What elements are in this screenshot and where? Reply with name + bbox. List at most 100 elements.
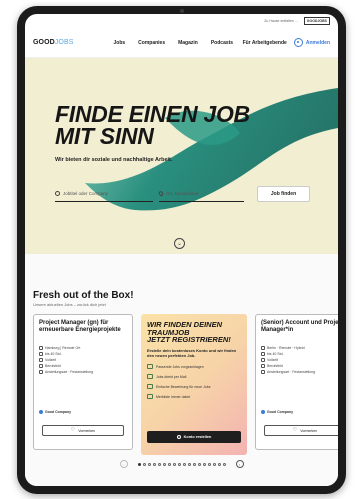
time-icon (261, 358, 265, 362)
company-label[interactable]: Good Company (39, 410, 71, 414)
nav-jobs[interactable]: Jobs (113, 40, 125, 46)
pager-dot[interactable] (212, 462, 216, 466)
next-arrow-icon[interactable]: › (235, 460, 244, 468)
utility-badge[interactable]: GOODJOBS (303, 17, 330, 25)
location-placeholder: Ort, Bundesland (166, 191, 199, 196)
pager-dot[interactable] (187, 462, 191, 466)
logo-good: GOOD (33, 39, 55, 46)
meta-text: Berufsfeld (267, 364, 283, 368)
heart-icon: ♡ (70, 427, 76, 433)
keyword-input[interactable]: Jobtitel oder Company (55, 186, 153, 202)
site-logo[interactable]: GOODJOBS (33, 39, 73, 46)
send-icon (147, 384, 153, 389)
briefcase-icon (39, 364, 43, 368)
clock-icon (261, 352, 265, 356)
meta-text: bis 40 Std. (267, 352, 284, 356)
job-search-button[interactable]: Job finden (257, 186, 310, 202)
create-account-button[interactable]: Konto erstellen (147, 431, 241, 443)
benefit-text: Einfache Bewerbung für neue Jobs (156, 384, 211, 389)
pager-dot[interactable] (217, 462, 221, 466)
logo-jobs: JOBS (54, 39, 74, 46)
pager-dot[interactable] (157, 462, 161, 466)
location-input[interactable]: Ort, Bundesland (157, 186, 244, 202)
job-card[interactable]: (Senior) Account und Projekt Manager*in … (255, 314, 338, 450)
job-title[interactable]: (Senior) Account und Projekt Manager*in (261, 320, 338, 342)
meta-text: Berufsfeld (45, 364, 61, 368)
fresh-jobs-section: Fresh out of the Box! Unsere aktuellen J… (25, 254, 338, 486)
bookmark-button[interactable]: ♡ Vormerken (42, 425, 124, 436)
nav-podcasts[interactable]: Podcasts (211, 40, 233, 46)
meta-contract: Anstellungsart · Festanstellung (39, 369, 127, 375)
mail-icon (147, 374, 153, 379)
bookmark-button[interactable]: ♡ Vormerken (264, 425, 338, 436)
benefit-item: Passende Jobs vorgeschlagen (147, 362, 241, 372)
clock-icon (39, 352, 43, 356)
site-header: GOODJOBS Jobs Companies Magazin Podcasts… (25, 28, 338, 58)
keyword-placeholder: Jobtitel oder Company (63, 191, 109, 196)
promo-benefits: Passende Jobs vorgeschlagen Jobs direkt … (147, 362, 241, 402)
meta-text: Berlin · Remote · Hybrid (267, 346, 305, 350)
screen: Zu Hause entfalten ... GOODJOBS GOODJOBS… (25, 14, 338, 486)
benefit-text: Merkliste immer dabei (156, 394, 191, 399)
utility-bar: Zu Hause entfalten ... GOODJOBS (25, 14, 338, 28)
pager-dot[interactable] (147, 462, 151, 466)
check-icon (147, 364, 153, 369)
pager-dot[interactable] (197, 462, 201, 466)
prev-arrow-icon[interactable]: ‹ (119, 460, 128, 468)
scroll-down-icon[interactable]: ⌄ (174, 238, 185, 249)
job-meta: Berlin · Remote · Hybrid bis 40 Std. Vol… (261, 345, 338, 375)
section-title: Fresh out of the Box! (33, 290, 134, 301)
pager-dot[interactable] (207, 462, 211, 466)
job-meta: Hamburg | Remote Ort bis 40 Std. Vollzei… (39, 345, 127, 375)
job-card[interactable]: Project Manager (gn) für erneuerbare Ene… (33, 314, 133, 450)
pager-dot[interactable] (162, 462, 166, 466)
pager-dot[interactable] (167, 462, 171, 466)
pager-dot[interactable] (182, 462, 186, 466)
promo-title-line3: JETZT REGISTRIEREN! (147, 335, 231, 344)
heart-icon: ♡ (292, 427, 298, 433)
employers-link[interactable]: Für Arbeitgebende (243, 40, 287, 46)
register-promo-card: WIR FINDEN DEINEN TRAUMJOB JETZT REGISTR… (141, 314, 247, 455)
company-name: Good Company (45, 410, 72, 414)
hero-title: FINDE EINEN JOB MIT SINN (55, 103, 250, 148)
main-nav: Jobs Companies Magazin Podcasts (113, 40, 233, 46)
nav-magazin[interactable]: Magazin (178, 40, 198, 46)
pager-dot[interactable] (137, 462, 141, 466)
create-account-label: Konto erstellen (183, 435, 212, 439)
utility-link[interactable]: Zu Hause entfalten ... (264, 19, 297, 23)
briefcase-icon (261, 364, 265, 368)
company-label[interactable]: Good Company (261, 410, 293, 414)
promo-title: WIR FINDEN DEINEN TRAUMJOB JETZT REGISTR… (147, 321, 241, 344)
login-button[interactable]: Anmelden (293, 38, 330, 47)
meta-text: bis 40 Std. (45, 352, 62, 356)
carousel-pager: ‹ › (25, 458, 338, 470)
hero-section: FINDE EINEN JOB MIT SINN Wir bieten dir … (25, 58, 338, 254)
bookmark-label: Vormerken (300, 428, 318, 433)
benefit-text: Passende Jobs vorgeschlagen (156, 364, 204, 369)
hero-ribbon-graphic (85, 88, 338, 211)
login-label: Anmelden (305, 39, 330, 46)
pager-dot[interactable] (152, 462, 156, 466)
meta-text: Anstellungsart · Festanstellung (45, 370, 94, 374)
pager-dot[interactable] (222, 462, 226, 466)
pager-dot[interactable] (192, 462, 196, 466)
location-icon (261, 346, 265, 350)
pager-dot[interactable] (177, 462, 181, 466)
company-logo-icon (39, 410, 43, 414)
pager-dot[interactable] (142, 462, 146, 466)
promo-text: Erstelle dein kostenloses Konto und wir … (147, 347, 237, 358)
meta-text: Anstellungsart · Festanstellung (267, 370, 316, 374)
contract-icon (261, 370, 265, 374)
meta-contract: Anstellungsart · Festanstellung (261, 369, 338, 375)
pager-dot[interactable] (202, 462, 206, 466)
job-title[interactable]: Project Manager (gn) für erneuerbare Ene… (39, 320, 127, 342)
meta-text: Hamburg | Remote Ort (45, 346, 81, 350)
search-icon (55, 191, 60, 196)
benefit-item: Einfache Bewerbung für neue Jobs (147, 382, 241, 392)
camera-dot (179, 9, 184, 13)
nav-companies[interactable]: Companies (138, 40, 165, 46)
pager-dot[interactable] (172, 462, 176, 466)
benefit-item: Merkliste immer dabei (147, 392, 241, 402)
time-icon (39, 358, 43, 362)
benefit-text: Jobs direkt per Mail (156, 374, 187, 379)
